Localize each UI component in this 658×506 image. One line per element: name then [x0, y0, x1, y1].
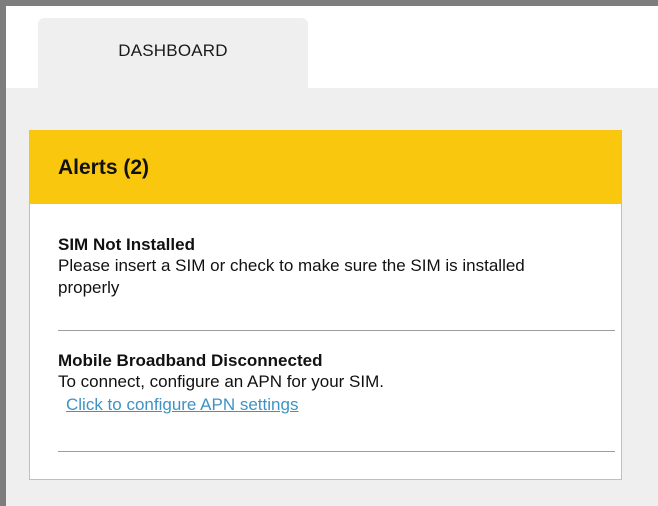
alert-divider: [58, 330, 615, 331]
tab-strip: DASHBOARD: [6, 6, 658, 88]
tab-dashboard[interactable]: DASHBOARD: [38, 18, 308, 88]
alerts-header: Alerts (2): [30, 131, 621, 204]
configure-apn-link[interactable]: Click to configure APN settings: [66, 394, 298, 416]
alert-sim-not-installed: SIM Not Installed Please insert a SIM or…: [58, 235, 615, 299]
alerts-title: Alerts (2): [58, 155, 150, 179]
alert-divider: [58, 451, 615, 452]
alert-message: To connect, configure an APN for your SI…: [58, 372, 384, 391]
alert-broadband-disconnected: Mobile Broadband Disconnected To connect…: [58, 351, 615, 416]
app-frame: DASHBOARD Alerts (2) SIM Not Installed P…: [0, 0, 658, 506]
tab-dashboard-label: DASHBOARD: [118, 41, 228, 60]
alert-title: Mobile Broadband Disconnected: [58, 351, 323, 370]
alerts-panel: Alerts (2) SIM Not Installed Please inse…: [29, 130, 622, 480]
alert-title: SIM Not Installed: [58, 235, 195, 254]
alert-message: Please insert a SIM or check to make sur…: [58, 256, 525, 297]
